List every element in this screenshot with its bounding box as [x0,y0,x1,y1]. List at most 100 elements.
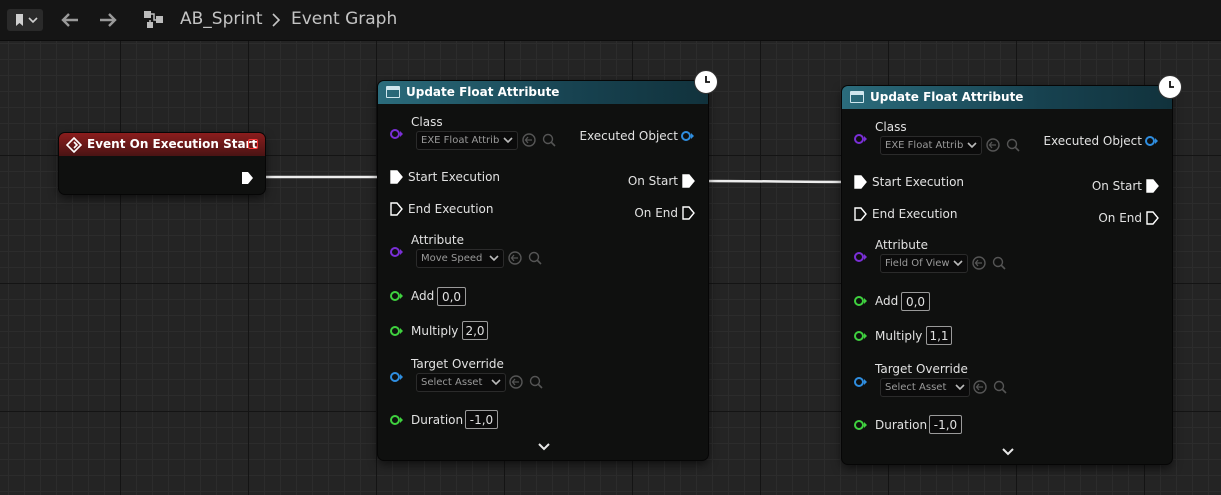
latent-clock-icon [1158,75,1182,99]
attribute-browse-actions[interactable] [972,255,1008,271]
add-label: Add [875,294,899,308]
event-output-delegate-icon[interactable] [248,139,258,149]
on-end-label: On End [634,206,678,220]
target-override-dropdown[interactable]: Select Asset [416,373,506,392]
multiply-input[interactable]: 1,1 [926,326,952,345]
end-execution-label: End Execution [872,207,958,221]
attribute-label: Attribute [875,238,928,252]
chevron-down-icon [489,255,499,262]
arrow-left-icon [61,13,78,27]
node-header[interactable]: Update Float Attribute [842,86,1172,109]
executed-object-pin[interactable] [680,130,696,142]
end-execution-pin[interactable] [390,202,403,216]
node-title: Update Float Attribute [870,90,1024,104]
add-input[interactable]: 0,0 [437,287,466,306]
target-override-pin[interactable] [390,371,404,383]
event-node-title: Event On Execution Start [87,137,258,151]
update-float-attribute-node-1[interactable]: Update Float Attribute Class EXE Float A… [378,81,708,460]
on-end-pin[interactable] [682,206,695,220]
chevron-down-icon [503,137,513,144]
executed-object-pin[interactable] [1144,135,1160,147]
breadcrumb-graph[interactable]: Event Graph [291,9,397,29]
multiply-label: Multiply [411,324,459,338]
multiply-pin[interactable] [854,330,868,342]
on-start-pin[interactable] [682,174,695,188]
start-execution-label: Start Execution [408,170,501,184]
chevron-down-icon [955,384,965,391]
chevron-down-icon [953,260,963,267]
expand-chevron-icon[interactable] [1001,447,1015,457]
duration-pin[interactable] [854,419,868,431]
function-icon [386,86,400,98]
add-pin[interactable] [390,290,404,302]
end-execution-label: End Execution [408,202,494,216]
target-override-label: Target Override [411,357,504,371]
class-browse-actions[interactable] [522,132,558,148]
class-pin[interactable] [854,133,868,145]
chevron-right-icon [270,11,282,29]
expand-chevron-icon[interactable] [537,442,551,452]
chevron-down-icon [967,142,977,149]
on-end-label: On End [1098,211,1142,225]
bookmark-icon [16,14,38,26]
class-dropdown[interactable]: EXE Float Attrib [880,136,982,155]
duration-input[interactable]: -1,0 [929,415,962,434]
graph-toolbar: AB_Sprint Event Graph [0,0,1221,41]
add-input[interactable]: 0,0 [901,292,930,311]
chevron-down-icon [491,379,501,386]
multiply-input[interactable]: 2,0 [462,321,488,340]
class-dropdown[interactable]: EXE Float Attrib [416,131,518,150]
class-label: Class [411,115,443,129]
on-end-pin[interactable] [1146,211,1159,225]
attribute-dropdown-value: Field Of View [885,258,950,269]
on-start-label: On Start [627,174,678,188]
start-execution-label: Start Execution [872,175,965,189]
class-dropdown-value: EXE Float Attrib [885,140,964,151]
attribute-label: Attribute [411,233,464,247]
node-title: Update Float Attribute [406,85,560,99]
start-execution-pin[interactable] [854,175,867,189]
class-pin[interactable] [390,128,404,140]
target-browse-actions[interactable] [509,374,545,390]
update-float-attribute-node-2[interactable]: Update Float Attribute Class EXE Float A… [842,86,1172,464]
attribute-dropdown[interactable]: Field Of View [880,254,968,273]
duration-label: Duration [411,413,464,427]
attribute-dropdown[interactable]: Move Speed [416,249,504,268]
duration-input[interactable]: -1,0 [465,410,498,429]
multiply-pin[interactable] [390,325,404,337]
executed-object-label: Executed Object [579,129,678,143]
target-override-dropdown[interactable]: Select Asset [880,378,970,397]
duration-label: Duration [875,418,928,432]
add-label: Add [411,289,435,303]
start-execution-pin[interactable] [390,170,403,184]
target-override-pin[interactable] [854,376,868,388]
attribute-dropdown-value: Move Speed [421,253,483,264]
attribute-browse-actions[interactable] [508,250,544,266]
duration-pin[interactable] [390,414,404,426]
arrow-right-icon [100,13,117,27]
event-node[interactable]: Event On Execution Start [59,133,265,194]
node-header[interactable]: Update Float Attribute [378,81,708,104]
executed-object-label: Executed Object [1043,134,1142,148]
event-icon [66,137,82,153]
back-button[interactable] [58,9,82,31]
target-override-dropdown-value: Select Asset [885,382,947,393]
on-start-pin[interactable] [1146,179,1159,193]
add-pin[interactable] [854,295,868,307]
on-start-label: On Start [1091,179,1142,193]
target-browse-actions[interactable] [973,379,1009,395]
attribute-pin[interactable] [390,246,404,258]
end-execution-pin[interactable] [854,207,867,221]
target-override-dropdown-value: Select Asset [421,377,483,388]
breadcrumb-asset[interactable]: AB_Sprint [180,9,263,29]
target-override-label: Target Override [875,362,968,376]
multiply-label: Multiply [875,329,923,343]
graph-icon [142,9,166,31]
event-exec-out-pin[interactable] [241,171,254,185]
bookmark-button[interactable] [7,9,43,31]
latent-clock-icon [694,70,718,94]
event-node-header[interactable]: Event On Execution Start [59,133,265,156]
class-browse-actions[interactable] [986,137,1022,153]
forward-button[interactable] [96,9,120,31]
attribute-pin[interactable] [854,251,868,263]
